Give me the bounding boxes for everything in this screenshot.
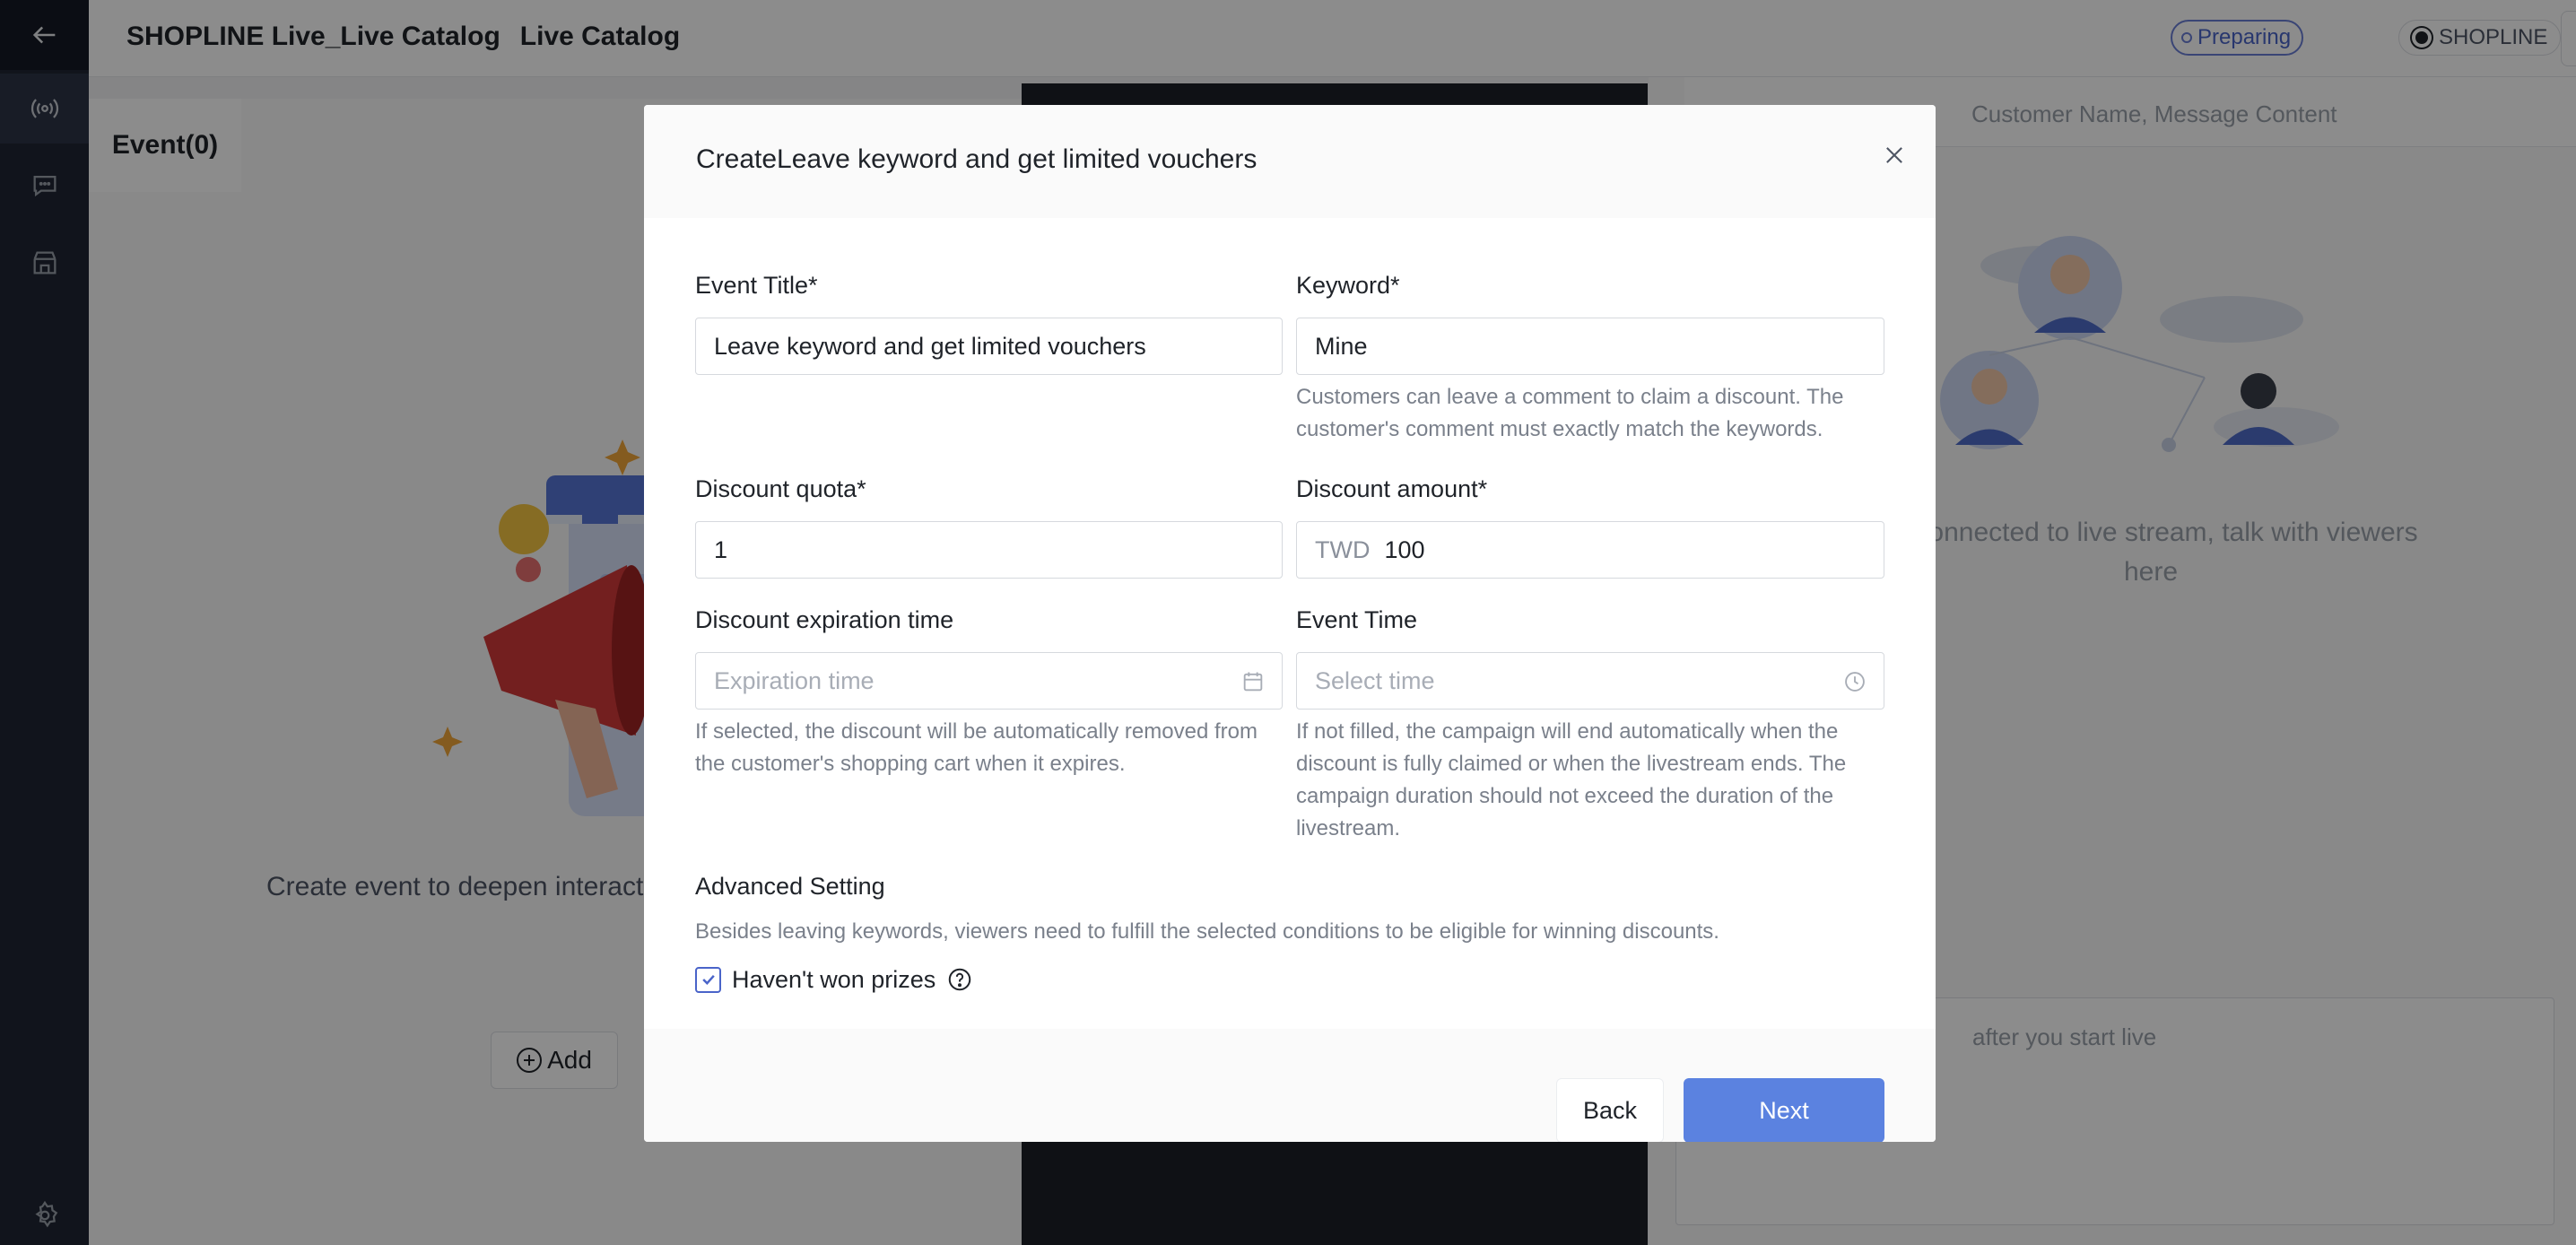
event-time-label: Event Time bbox=[1296, 606, 1418, 633]
expiration-label: Discount expiration time bbox=[695, 606, 954, 633]
modal-header: CreateLeave keyword and get limited vouc… bbox=[644, 105, 1936, 218]
havent-won-label: Haven't won prizes bbox=[732, 965, 936, 993]
event-title-label: Event Title* bbox=[695, 272, 818, 299]
expiration-placeholder: Expiration time bbox=[714, 666, 875, 694]
discount-amount-input[interactable]: TWD 100 bbox=[1296, 521, 1884, 579]
clock-icon bbox=[1845, 672, 1865, 692]
keyword-value: Mine bbox=[1315, 332, 1368, 360]
discount-quota-input[interactable]: 1 bbox=[695, 521, 1283, 579]
event-time-help-text: If not filled, the campaign will end aut… bbox=[1296, 719, 1847, 840]
back-button[interactable]: Back bbox=[1556, 1078, 1664, 1142]
advanced-setting-title: Advanced Setting bbox=[695, 873, 885, 900]
expiration-help-text: If selected, the discount will be automa… bbox=[695, 719, 1258, 776]
event-time-placeholder: Select time bbox=[1315, 666, 1435, 694]
discount-quota-label: Discount quota* bbox=[695, 475, 866, 502]
event-title-value: Leave keyword and get limited vouchers bbox=[714, 332, 1146, 360]
next-button[interactable]: Next bbox=[1684, 1078, 1884, 1142]
havent-won-option[interactable]: Haven't won prizes bbox=[695, 964, 973, 995]
havent-won-checkbox[interactable] bbox=[695, 966, 721, 993]
advanced-setting-desc: Besides leaving keywords, viewers need t… bbox=[695, 919, 1719, 944]
event-time-picker[interactable]: Select time bbox=[1296, 652, 1884, 710]
keyword-label: Keyword* bbox=[1296, 272, 1400, 299]
discount-amount-value: 100 bbox=[1384, 535, 1425, 563]
event-title-input[interactable]: Leave keyword and get limited vouchers bbox=[695, 318, 1283, 375]
discount-quota-value: 1 bbox=[714, 535, 728, 563]
close-button[interactable] bbox=[1875, 135, 1914, 175]
check-icon bbox=[701, 974, 715, 985]
calendar-icon bbox=[1243, 672, 1263, 692]
close-icon bbox=[1886, 147, 1902, 163]
keyword-help-text: Customers can leave a comment to claim a… bbox=[1296, 385, 1844, 441]
expiration-date-picker[interactable]: Expiration time bbox=[695, 652, 1283, 710]
modal-title: CreateLeave keyword and get limited vouc… bbox=[696, 144, 1258, 174]
discount-amount-label: Discount amount* bbox=[1296, 475, 1488, 502]
question-circle-icon[interactable] bbox=[946, 966, 973, 993]
modal-footer: Back Next bbox=[644, 1029, 1936, 1142]
currency-prefix: TWD bbox=[1315, 535, 1371, 563]
create-event-modal: CreateLeave keyword and get limited vouc… bbox=[644, 105, 1936, 1142]
keyword-input[interactable]: Mine bbox=[1296, 318, 1884, 375]
